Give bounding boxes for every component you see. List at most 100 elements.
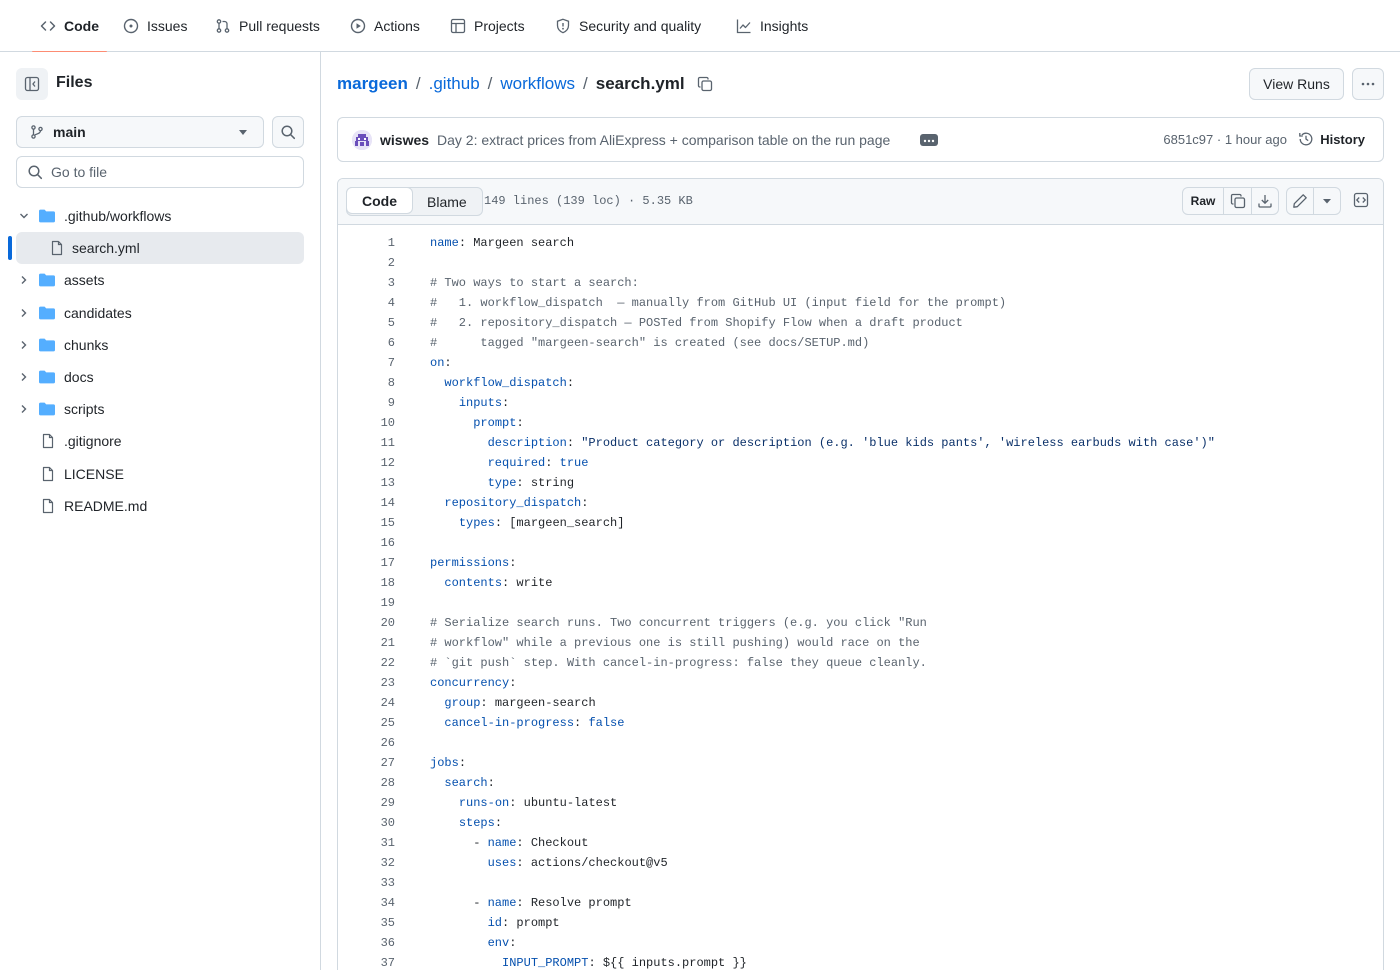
line-number[interactable]: 15 — [338, 513, 395, 533]
line-number[interactable]: 10 — [338, 413, 395, 433]
code-line: 13 type: string — [338, 473, 1383, 493]
history-button[interactable]: History — [1298, 131, 1365, 147]
commit-sha-time[interactable]: 6851c97 · 1 hour ago — [1163, 132, 1287, 147]
raw-button[interactable]: Raw — [1183, 188, 1224, 214]
line-number[interactable]: 23 — [338, 673, 395, 693]
tab-issues[interactable]: Issues — [123, 0, 187, 52]
line-number[interactable]: 36 — [338, 933, 395, 953]
file-icon — [49, 240, 65, 259]
line-number[interactable]: 12 — [338, 453, 395, 473]
code-area[interactable]: 1 name: Margeen search 2 3 # Two ways to sta… — [338, 233, 1383, 970]
folder-icon — [38, 369, 56, 388]
edit-file-button[interactable] — [1287, 188, 1314, 214]
line-number[interactable]: 4 — [338, 293, 395, 313]
tab-blame-view[interactable]: Blame — [412, 188, 482, 215]
ellipsis-icon[interactable] — [920, 134, 938, 146]
tab-projects[interactable]: Projects — [450, 0, 525, 52]
line-number[interactable]: 27 — [338, 753, 395, 773]
tab-code-view[interactable]: Code — [346, 187, 413, 214]
line-number[interactable]: 9 — [338, 393, 395, 413]
collapse-sidebar-button[interactable] — [16, 68, 48, 100]
search-files-button[interactable] — [272, 116, 304, 148]
code-line: 1 name: Margeen search — [338, 233, 1383, 253]
line-number[interactable]: 1 — [338, 233, 395, 253]
commit-message[interactable]: Day 2: extract prices from AliExpress + … — [437, 132, 890, 148]
line-number[interactable]: 32 — [338, 853, 395, 873]
line-number[interactable]: 33 — [338, 873, 395, 893]
tree-item-scripts[interactable]: scripts — [16, 393, 304, 425]
line-number[interactable]: 5 — [338, 313, 395, 333]
tree-item-chunks[interactable]: chunks — [16, 329, 304, 361]
tab-label: Projects — [474, 18, 525, 34]
line-number[interactable]: 8 — [338, 373, 395, 393]
code-line: 30 steps: — [338, 813, 1383, 833]
tab-actions[interactable]: Actions — [350, 0, 420, 52]
line-number[interactable]: 34 — [338, 893, 395, 913]
go-to-file-input[interactable] — [51, 164, 291, 180]
tree-item-gitignore[interactable]: .gitignore — [16, 425, 304, 457]
tree-item-label: README.md — [64, 498, 148, 514]
tab-security[interactable]: Security and quality — [555, 0, 701, 52]
symbols-panel-button[interactable] — [1347, 187, 1374, 213]
tree-item-github-workflows[interactable]: .github/workflows — [16, 200, 304, 232]
line-number[interactable]: 3 — [338, 273, 395, 293]
line-number[interactable]: 16 — [338, 533, 395, 553]
line-number[interactable]: 28 — [338, 773, 395, 793]
download-button[interactable] — [1252, 188, 1278, 214]
caret-down-icon — [239, 130, 247, 135]
tree-item-readme[interactable]: README.md — [16, 490, 304, 522]
more-options-button[interactable] — [1352, 68, 1384, 100]
line-number[interactable]: 24 — [338, 693, 395, 713]
tree-item-search-yml[interactable]: search.yml — [16, 232, 304, 264]
folder-icon — [38, 337, 56, 356]
line-number[interactable]: 18 — [338, 573, 395, 593]
line-number[interactable]: 29 — [338, 793, 395, 813]
copy-path-button[interactable] — [697, 76, 713, 92]
avatar[interactable] — [352, 130, 372, 150]
line-number[interactable]: 6 — [338, 333, 395, 353]
go-to-file-field[interactable] — [16, 156, 304, 188]
line-number[interactable]: 25 — [338, 713, 395, 733]
line-content: group: margeen-search — [444, 696, 596, 710]
code-line: 33 — [338, 873, 1383, 893]
copy-icon — [1230, 193, 1245, 209]
code-line: 2 — [338, 253, 1383, 273]
selected-indicator — [8, 236, 12, 260]
files-title: Files — [56, 74, 93, 91]
line-number[interactable]: 26 — [338, 733, 395, 753]
code-line: 10 prompt: — [338, 413, 1383, 433]
line-number[interactable]: 11 — [338, 433, 395, 453]
edit-options-button[interactable] — [1314, 188, 1340, 214]
line-number[interactable]: 17 — [338, 553, 395, 573]
tree-item-candidates[interactable]: candidates — [16, 297, 304, 329]
breadcrumb-github-link[interactable]: .github — [429, 74, 480, 94]
chevron-right-icon — [18, 339, 30, 351]
tree-item-docs[interactable]: docs — [16, 361, 304, 393]
chevron-right-icon — [18, 307, 30, 319]
breadcrumb-workflows-link[interactable]: workflows — [500, 74, 575, 94]
line-number[interactable]: 31 — [338, 833, 395, 853]
commit-author[interactable]: wiswes — [380, 132, 429, 148]
line-number[interactable]: 2 — [338, 253, 395, 273]
line-number[interactable]: 22 — [338, 653, 395, 673]
branch-selector[interactable]: main — [16, 116, 264, 148]
tree-item-license[interactable]: LICENSE — [16, 458, 304, 490]
line-number[interactable]: 21 — [338, 633, 395, 653]
tab-insights[interactable]: Insights — [736, 0, 808, 52]
line-number[interactable]: 20 — [338, 613, 395, 633]
tree-item-assets[interactable]: assets — [16, 264, 304, 296]
view-runs-button[interactable]: View Runs — [1249, 68, 1344, 100]
line-number[interactable]: 13 — [338, 473, 395, 493]
tab-pull-requests[interactable]: Pull requests — [215, 0, 320, 52]
tab-code[interactable]: Code — [32, 0, 107, 53]
code-icon — [40, 18, 56, 34]
line-number[interactable]: 14 — [338, 493, 395, 513]
line-number[interactable]: 35 — [338, 913, 395, 933]
line-number[interactable]: 30 — [338, 813, 395, 833]
breadcrumb-repo-link[interactable]: margeen — [337, 74, 408, 94]
branch-icon — [31, 125, 43, 139]
line-number[interactable]: 7 — [338, 353, 395, 373]
line-number[interactable]: 19 — [338, 593, 395, 613]
copy-raw-button[interactable] — [1224, 188, 1252, 214]
line-number[interactable]: 37 — [338, 953, 395, 970]
